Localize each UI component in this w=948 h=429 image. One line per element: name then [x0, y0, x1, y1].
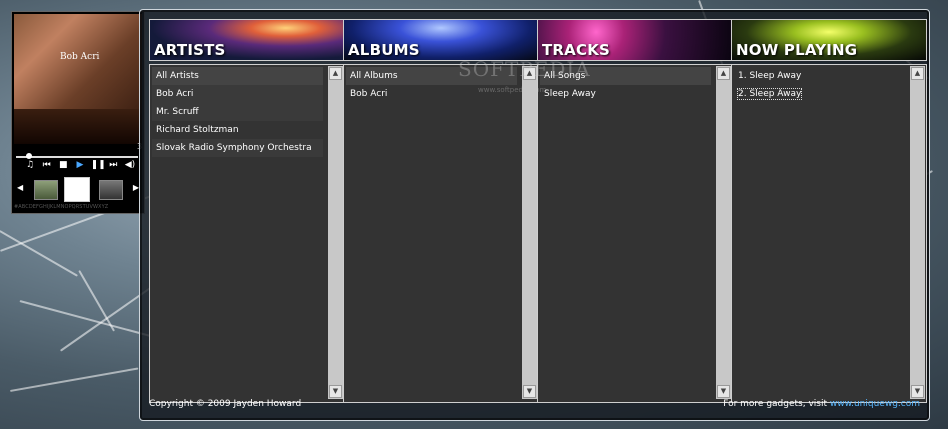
- scroll-down-icon[interactable]: ▼: [911, 385, 924, 398]
- albums-list: All Albums Bob Acri ▲ ▼: [343, 64, 539, 403]
- footer-more: For more gadgets, visit www.uniquewg.com: [723, 399, 920, 409]
- footer-more-text: For more gadgets, visit: [723, 399, 830, 409]
- website-link[interactable]: www.uniquewg.com: [830, 399, 920, 409]
- scrollbar[interactable]: ▲ ▼: [522, 66, 537, 399]
- artists-title: ARTISTS: [154, 41, 226, 59]
- list-item[interactable]: 1. Sleep Away: [734, 67, 905, 85]
- scroll-down-icon[interactable]: ▼: [523, 385, 536, 398]
- tracks-list: All Songs Sleep Away ▲ ▼: [537, 64, 733, 403]
- list-item-label: 2. Sleep Away: [736, 88, 803, 100]
- seek-knob[interactable]: [26, 153, 32, 159]
- album-thumb-selected[interactable]: [64, 177, 90, 202]
- watermark: SOFTPEDIA: [458, 57, 591, 81]
- album-thumb[interactable]: [99, 180, 123, 200]
- album-cover[interactable]: Bob Acri: [14, 14, 142, 144]
- list-item[interactable]: Sleep Away: [540, 85, 711, 103]
- thumb-left-arrow-icon[interactable]: ◀: [17, 183, 23, 192]
- copyright-text: Copyright © 2009 Jayden Howard: [149, 399, 302, 409]
- cover-artist: Bob Acri: [60, 52, 100, 62]
- scroll-down-icon[interactable]: ▼: [329, 385, 342, 398]
- cover-piano-image: [14, 109, 142, 144]
- music-note-icon[interactable]: ♫: [24, 160, 36, 170]
- alphabet-index[interactable]: #ABCDEFGHIJKLMNOPQRSTUVWXYZ: [14, 204, 142, 210]
- scrollbar[interactable]: ▲ ▼: [910, 66, 925, 399]
- album-thumbnails: ◀ ▶: [14, 177, 142, 202]
- albums-banner: ALBUMS: [343, 19, 539, 61]
- play-icon[interactable]: ▶: [74, 160, 86, 170]
- list-item-selected[interactable]: 2. Sleep Away: [734, 85, 905, 103]
- seek-bar[interactable]: [16, 153, 138, 159]
- volume-icon[interactable]: ◀): [124, 160, 136, 170]
- scrollbar[interactable]: ▲ ▼: [716, 66, 731, 399]
- watermark-url: www.softpedia.com: [478, 86, 547, 94]
- list-item[interactable]: Bob Acri: [152, 85, 323, 103]
- stop-icon[interactable]: ■: [57, 160, 69, 170]
- tracks-banner: TRACKS: [537, 19, 733, 61]
- list-item[interactable]: Richard Stoltzman: [152, 121, 323, 139]
- scroll-up-icon[interactable]: ▲: [329, 67, 342, 80]
- transport-controls: ♫ ⏮ ■ ▶ ❚❚ ⏭ ◀): [24, 160, 136, 170]
- artists-list: All Artists Bob Acri Mr. Scruff Richard …: [149, 64, 345, 403]
- mini-player: Bob Acri 3 ♫ ⏮ ■ ▶ ❚❚ ⏭ ◀) ◀ ▶ #ABCDEFGH…: [11, 11, 145, 214]
- list-item[interactable]: Slovak Radio Symphony Orchestra: [152, 139, 323, 157]
- now-playing-list: 1. Sleep Away 2. Sleep Away ▲ ▼: [731, 64, 927, 403]
- artists-banner: ARTISTS: [149, 19, 345, 61]
- scroll-up-icon[interactable]: ▲: [911, 67, 924, 80]
- now-playing-banner: NOW PLAYING: [731, 19, 927, 61]
- scroll-down-icon[interactable]: ▼: [717, 385, 730, 398]
- now-playing-title: NOW PLAYING: [736, 41, 858, 59]
- prev-icon[interactable]: ⏮: [41, 160, 53, 170]
- scroll-up-icon[interactable]: ▲: [717, 67, 730, 80]
- pause-icon[interactable]: ❚❚: [91, 160, 106, 170]
- list-item[interactable]: All Artists: [152, 67, 323, 85]
- scrollbar[interactable]: ▲ ▼: [328, 66, 343, 399]
- album-thumb[interactable]: [34, 180, 58, 200]
- next-icon[interactable]: ⏭: [107, 160, 119, 170]
- list-item[interactable]: Mr. Scruff: [152, 103, 323, 121]
- albums-title: ALBUMS: [348, 41, 420, 59]
